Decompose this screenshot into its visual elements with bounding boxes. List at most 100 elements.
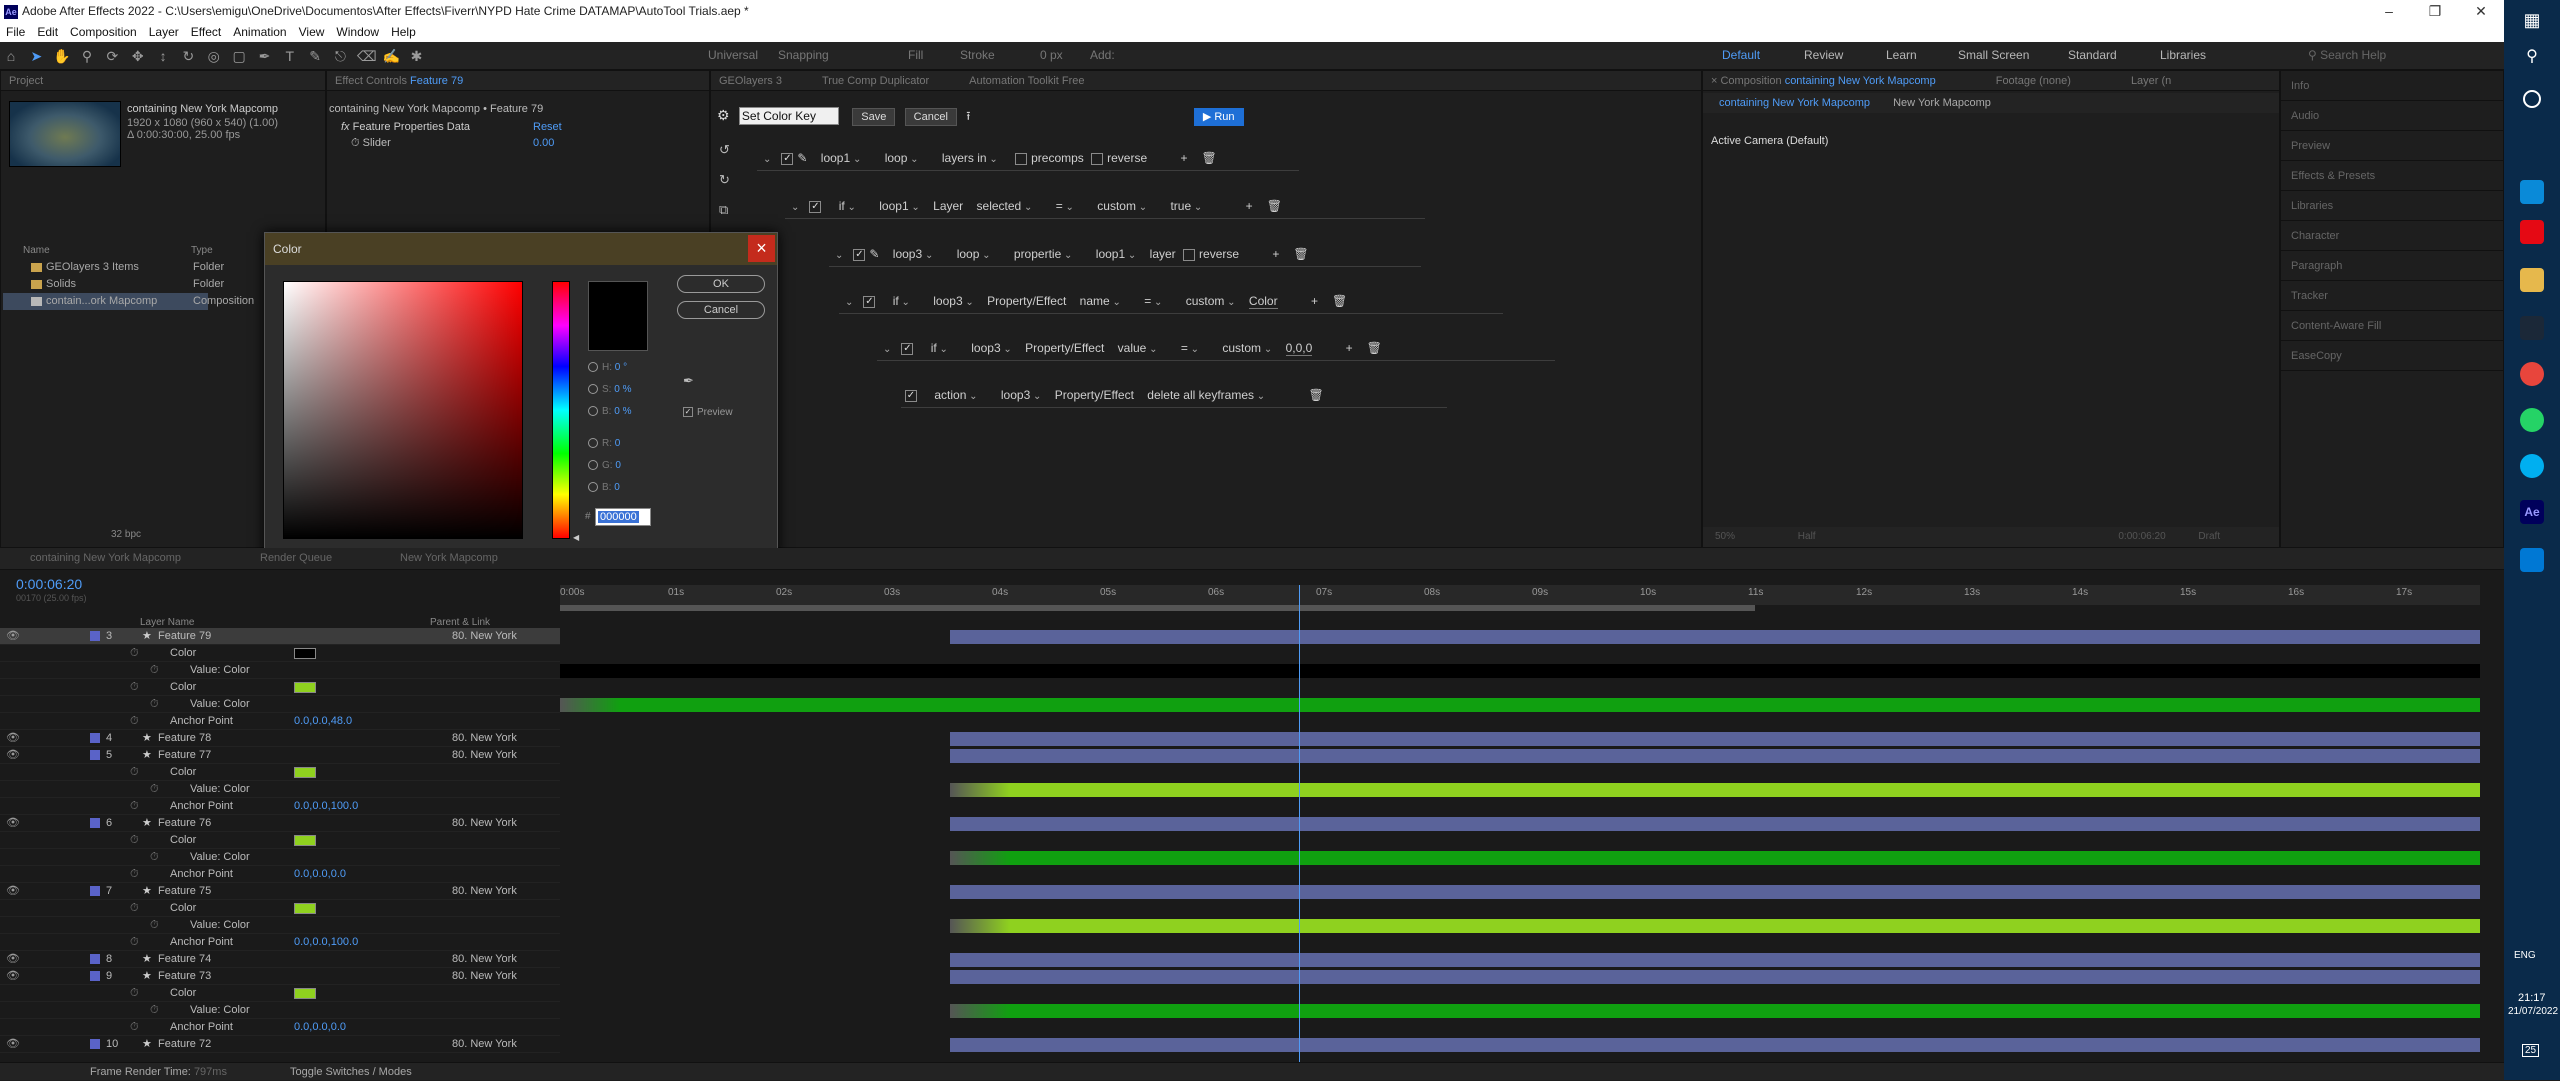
property-value[interactable]: 0.0,0.0,100.0 (294, 798, 358, 815)
run-button[interactable]: ▶ Run (1193, 108, 1244, 126)
row-dropdown[interactable]: action (930, 382, 981, 410)
cancel-button[interactable]: Cancel (904, 108, 957, 126)
visibility-eye-icon[interactable]: 👁 (6, 951, 20, 968)
menu-composition[interactable]: Composition (64, 22, 143, 42)
eraser-tool-icon[interactable]: ⌫ (357, 47, 377, 65)
after-effects-icon[interactable]: Ae (2520, 500, 2544, 524)
slider-prop[interactable]: ⏱ Slider (351, 137, 391, 150)
panel-libraries[interactable]: Libraries (2281, 191, 2503, 221)
visibility-eye-icon[interactable]: 👁 (6, 815, 20, 832)
workspace-libraries[interactable]: Libraries (2160, 48, 2206, 62)
menu-animation[interactable]: Animation (227, 22, 292, 42)
property-row[interactable]: ⏱ Color (0, 832, 560, 849)
property-row[interactable]: ⏱ Value: Color (0, 1002, 560, 1019)
stopwatch-icon[interactable]: ⏱ (130, 866, 139, 883)
stopwatch-icon[interactable]: ⏱ (150, 696, 159, 713)
layer-duration-bar[interactable] (950, 1038, 2480, 1052)
timeline-tab-render-queue[interactable]: Render Queue (260, 552, 332, 564)
time-ruler[interactable]: 0:00s 01s 02s 03s 04s 05s 06s 07s 08s 09s 10s 11s 12… (560, 585, 2480, 605)
property-row[interactable]: ⏱ Value: Color (0, 662, 560, 679)
gear-icon[interactable]: ⚙ (717, 107, 730, 123)
puppet-tool-icon[interactable]: ✱ (408, 47, 426, 65)
close-window-button[interactable]: ✕ (2458, 0, 2504, 22)
layer-row[interactable]: 👁 5 ★ Feature 77 80. New York (0, 747, 560, 764)
ok-button[interactable]: OK (677, 275, 765, 293)
parent-dropdown[interactable]: 80. New York (452, 747, 517, 764)
breadcrumb-comp-active[interactable]: containing New York Mapcomp (1719, 97, 1870, 109)
layer-row[interactable]: 👁 3 ★ Feature 79 80. New York (0, 628, 560, 645)
row-dropdown[interactable]: = (1140, 288, 1166, 316)
footage-tab[interactable]: Footage (none) (1996, 75, 2071, 87)
property-row[interactable]: ⏱ Anchor Point 0.0,0.0,100.0 (0, 798, 560, 815)
hex-input[interactable]: 000000 (595, 508, 651, 526)
enable-checkbox[interactable]: ✓ (781, 152, 794, 165)
tab-automation-toolkit[interactable]: Automation Toolkit Free (969, 71, 1084, 90)
home-icon[interactable]: ⌂ (2, 47, 20, 65)
close-icon[interactable]: × (748, 235, 775, 262)
preview-checkbox[interactable]: ✓ Preview (683, 407, 733, 418)
hue-slider[interactable] (552, 281, 570, 539)
timeline-tab-new-york[interactable]: New York Mapcomp (400, 552, 498, 564)
redo-icon[interactable]: ↻ (719, 165, 730, 195)
layer-duration-bar[interactable] (950, 817, 2480, 831)
precomps-checkbox[interactable] (1015, 152, 1028, 165)
eyedropper-icon[interactable]: ✒ (683, 373, 694, 389)
stopwatch-icon[interactable]: ⏱ (130, 900, 139, 917)
menu-edit[interactable]: Edit (31, 22, 64, 42)
add-row-icon[interactable]: + (1180, 151, 1187, 165)
color-value-swatch[interactable] (294, 903, 316, 914)
label-color-swatch[interactable] (90, 886, 100, 896)
script-name-input[interactable] (738, 107, 839, 125)
add-row-icon[interactable]: + (1246, 199, 1253, 213)
delete-row-icon[interactable]: 🗑 (1367, 341, 1382, 355)
red-radio[interactable]: R: 0 (588, 437, 620, 451)
pan-tool-icon[interactable]: ✥ (129, 47, 147, 65)
row-dropdown[interactable]: layers in (938, 145, 1002, 173)
whatsapp-icon[interactable] (2520, 408, 2544, 432)
delete-row-icon[interactable]: 🗑 (1267, 199, 1282, 213)
layer-duration-bar[interactable] (950, 630, 2480, 644)
panel-paragraph[interactable]: Paragraph (2281, 251, 2503, 281)
delete-row-icon[interactable]: 🗑 (1202, 151, 1217, 165)
label-color-swatch[interactable] (90, 750, 100, 760)
green-radio[interactable]: G: 0 (588, 459, 621, 473)
menu-help[interactable]: Help (385, 22, 422, 42)
label-color-swatch[interactable] (90, 818, 100, 828)
row-dropdown[interactable]: loop1 (875, 193, 924, 221)
row-dropdown[interactable]: if (835, 193, 860, 221)
universal-toggle[interactable]: Universal (708, 48, 758, 62)
type-tool-icon[interactable]: T (281, 47, 299, 65)
rectangle-tool-icon[interactable]: ▢ (230, 47, 248, 65)
stopwatch-icon[interactable]: ⏱ (130, 1019, 139, 1036)
layer-duration-bar[interactable] (950, 970, 2480, 984)
enable-checkbox[interactable]: ✓ (905, 389, 917, 402)
layer-row[interactable]: 👁 9 ★ Feature 73 80. New York (0, 968, 560, 985)
layer-row[interactable]: 👁 6 ★ Feature 76 80. New York (0, 815, 560, 832)
row-dropdown[interactable]: loop3 (967, 335, 1016, 363)
property-row[interactable]: ⏱ Value: Color (0, 781, 560, 798)
delete-row-icon[interactable]: 🗑 (1309, 388, 1324, 402)
parent-link-header[interactable]: Parent & Link (430, 617, 490, 628)
zoom-tool-icon[interactable]: ⚲ (78, 47, 96, 65)
comp-timecode[interactable]: 0:00:06:20 (2118, 531, 2165, 542)
search-taskbar-icon[interactable]: ⚲ (2520, 46, 2544, 70)
stroke-width[interactable]: 0 px (1040, 48, 1063, 62)
timeline-timecode[interactable]: 0:00:06:20 (16, 576, 82, 592)
add-row-icon[interactable]: + (1272, 247, 1279, 261)
layer-row[interactable]: 👁 7 ★ Feature 75 80. New York (0, 883, 560, 900)
clock-time[interactable]: 21:17 (2518, 992, 2546, 1004)
enable-checkbox[interactable]: ✓ (853, 248, 866, 261)
panel-tracker[interactable]: Tracker (2281, 281, 2503, 311)
skype-icon[interactable] (2520, 454, 2544, 478)
property-row[interactable]: ⏱ Color (0, 900, 560, 917)
row-dropdown[interactable]: loop3 (929, 288, 978, 316)
menu-layer[interactable]: Layer (143, 22, 185, 42)
stopwatch-icon[interactable]: ⏱ (130, 832, 139, 849)
value-text[interactable]: 0,0,0 (1285, 341, 1313, 356)
save-button[interactable]: Save (852, 108, 896, 126)
row-dropdown[interactable]: custom (1218, 335, 1276, 363)
add-row-icon[interactable]: + (1311, 294, 1318, 308)
pen-tool-icon[interactable]: ✒ (255, 47, 273, 65)
row-dropdown[interactable]: if (889, 288, 914, 316)
label-color-swatch[interactable] (90, 733, 100, 743)
